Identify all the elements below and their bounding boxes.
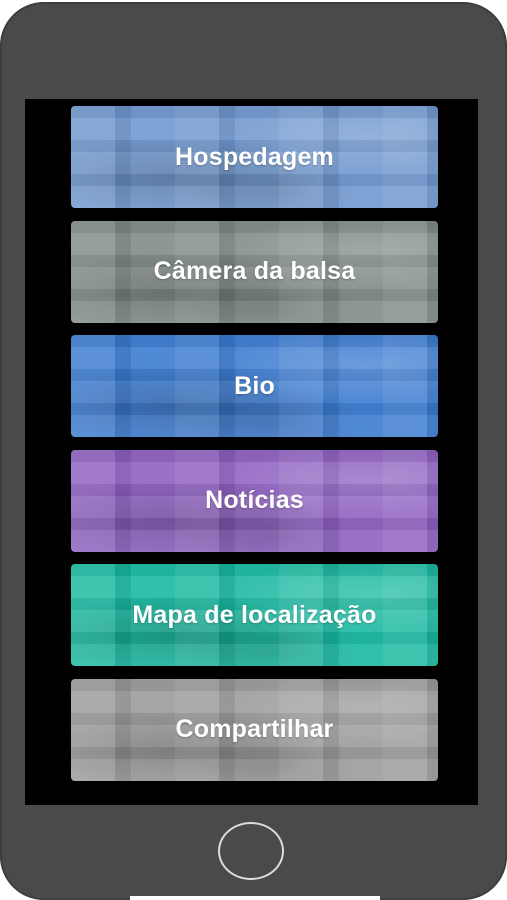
home-button-icon[interactable]	[218, 822, 284, 880]
menu-item-label: Compartilhar	[175, 715, 334, 744]
menu-item-label: Mapa de localização	[132, 600, 377, 629]
menu-item-label: Bio	[234, 371, 275, 400]
menu-item-noticias[interactable]: Notícias	[71, 449, 438, 552]
menu-item-label: Notícias	[205, 486, 304, 515]
phone-mockup: Hospedagem Câmera da balsa Bio Notícias …	[0, 0, 507, 900]
main-menu: Hospedagem Câmera da balsa Bio Notícias …	[71, 106, 438, 794]
menu-item-bio[interactable]: Bio	[71, 335, 438, 438]
menu-item-compartilhar[interactable]: Compartilhar	[71, 678, 438, 781]
app-screen: Hospedagem Câmera da balsa Bio Notícias …	[25, 99, 478, 805]
phone-body: Hospedagem Câmera da balsa Bio Notícias …	[0, 2, 507, 900]
menu-item-hospedagem[interactable]: Hospedagem	[71, 106, 438, 208]
menu-item-camera-da-balsa[interactable]: Câmera da balsa	[71, 220, 438, 323]
menu-item-mapa-de-localizacao[interactable]: Mapa de localização	[71, 564, 438, 667]
bottom-edge	[130, 896, 380, 900]
menu-item-label: Câmera da balsa	[153, 257, 356, 286]
menu-item-label: Hospedagem	[175, 142, 334, 171]
